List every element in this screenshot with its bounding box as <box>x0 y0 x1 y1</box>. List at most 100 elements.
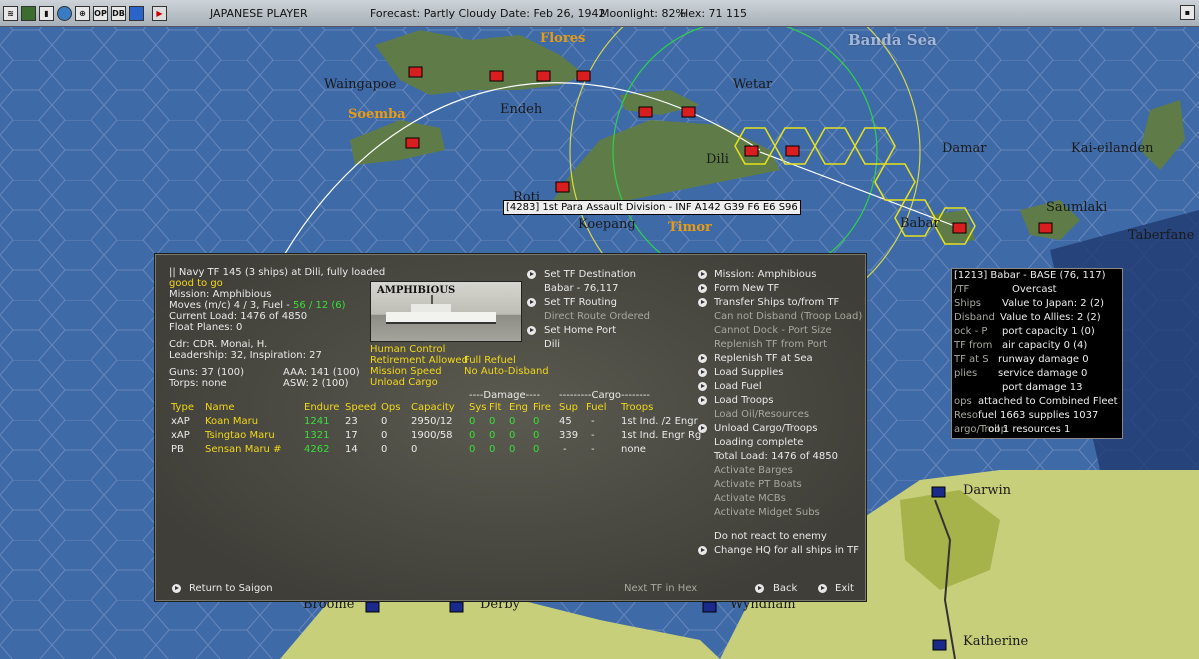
map-label-flores: Flores <box>540 31 586 46</box>
screen-icon[interactable] <box>21 5 36 21</box>
base-port-damage: port damage 13 <box>1002 382 1083 393</box>
ship-capacity: 1900/58 <box>411 430 453 441</box>
ship-eng: 0 <box>509 444 516 455</box>
op-icon[interactable]: OP <box>93 5 108 21</box>
col-capacity[interactable]: Capacity <box>411 402 455 414</box>
ship-type: xAP <box>171 416 190 427</box>
photo-title: AMPHIBIOUS <box>377 285 456 296</box>
col-sup[interactable]: Sup <box>559 402 578 414</box>
ship-name[interactable]: Koan Maru <box>205 416 258 428</box>
unload-button[interactable]: Unload Cargo/Troops <box>714 423 817 435</box>
task-force-panel: || Navy TF 145 (3 ships) at Dili, fully … <box>154 253 867 602</box>
map-label-koepang: Koepang <box>578 217 636 232</box>
ship-endure: 1321 <box>304 430 330 441</box>
base-attached-hq: attached to Combined Fleet <box>978 396 1118 407</box>
load-fuel-button[interactable]: Load Fuel <box>714 381 762 393</box>
ship-endure: 1241 <box>304 416 330 427</box>
db-icon[interactable]: DB <box>111 5 126 21</box>
ship-name[interactable]: Tsingtao Maru <box>205 430 275 442</box>
end-turn-icon[interactable]: ▶ <box>152 5 167 21</box>
map-label-timor: Timor <box>668 220 712 235</box>
replenish-sea-button[interactable]: Replenish TF at Sea <box>714 353 813 365</box>
ship-fuel: - <box>591 430 595 441</box>
ship-ops: 0 <box>381 444 388 455</box>
arrow-icon <box>755 584 764 593</box>
mission-button[interactable]: Mission: Amphibious <box>714 269 816 281</box>
col-endure[interactable]: Endure <box>304 402 339 414</box>
tf-leadership: Leadership: 32, Inspiration: 27 <box>169 350 322 361</box>
form-new-tf-button[interactable]: Form New TF <box>714 283 779 295</box>
map-label-damar: Damar <box>942 141 987 156</box>
ship-troops[interactable]: 1st Ind. /2 Engr <box>621 416 698 428</box>
map-label-waingapoe: Waingapoe <box>324 77 397 92</box>
base-bg-fragment: Ships <box>954 298 982 309</box>
ship-type: xAP <box>171 430 190 441</box>
arrow-icon <box>698 396 707 405</box>
col-name[interactable]: Name <box>205 402 235 414</box>
destination-value: Babar - 76,117 <box>544 283 619 294</box>
ship-flt: 0 <box>489 444 496 455</box>
date-label: Date: Feb 26, 1942 <box>500 7 606 20</box>
col-fuel[interactable]: Fuel <box>586 402 606 414</box>
change-hq-button[interactable]: Change HQ for all ships in TF <box>714 545 859 557</box>
ship-eng: 0 <box>509 430 516 441</box>
option-no-auto-disband[interactable]: No Auto-Disband <box>464 366 549 378</box>
forecast-label: Forecast: Partly Cloudy <box>370 7 497 20</box>
tf-torps: Torps: none <box>169 378 227 389</box>
chart-icon[interactable]: ▮ <box>39 5 54 21</box>
back-button[interactable]: Back <box>773 583 797 595</box>
ship-sys: 0 <box>469 416 476 427</box>
arrow-icon <box>527 270 536 279</box>
col-troops[interactable]: Troops <box>621 402 653 414</box>
col-fire[interactable]: Fire <box>533 402 551 414</box>
arrow-icon <box>527 298 536 307</box>
ship-capacity: 2950/12 <box>411 416 453 427</box>
col-ops[interactable]: Ops <box>381 402 400 414</box>
transfer-ships-button[interactable]: Transfer Ships to/from TF <box>714 297 839 309</box>
load-supplies-button[interactable]: Load Supplies <box>714 367 783 379</box>
return-to-base-button[interactable]: Return to Saigon <box>189 583 273 595</box>
col-flt[interactable]: Flt <box>489 402 501 414</box>
target-icon[interactable]: ⊕ <box>75 5 90 21</box>
ship-speed: 17 <box>345 430 358 441</box>
window-icon[interactable] <box>129 5 144 21</box>
base-fuel-supplies: fuel 1663 supplies 1037 <box>978 410 1099 421</box>
col-eng[interactable]: Eng <box>509 402 528 414</box>
activate-mcbs-label: Activate MCBs <box>714 493 786 504</box>
map-label-wetar: Wetar <box>733 77 773 92</box>
set-routing-button[interactable]: Set TF Routing <box>544 297 617 309</box>
map-label-kai-eilanden: Kai-eilanden <box>1071 141 1154 156</box>
load-troops-button[interactable]: Load Troops <box>714 395 774 407</box>
ship-troops[interactable]: 1st Ind. Engr Rg <box>621 430 701 442</box>
next-tf-button[interactable]: Next TF in Hex <box>624 583 697 595</box>
ship-fire: 0 <box>533 444 540 455</box>
col-type[interactable]: Type <box>171 402 194 414</box>
exit-button[interactable]: Exit <box>835 583 854 595</box>
save-icon[interactable]: ≋ <box>3 5 18 21</box>
globe-icon[interactable] <box>57 5 72 21</box>
col-sys[interactable]: Sys <box>469 402 486 414</box>
set-home-port-button[interactable]: Set Home Port <box>544 325 616 337</box>
arrow-icon <box>818 584 827 593</box>
ship-name[interactable]: Sensan Maru # <box>205 444 281 456</box>
map-label-babar: Babar <box>900 216 940 231</box>
arrow-icon <box>698 284 707 293</box>
tf-mission-photo: AMPHIBIOUS <box>370 281 522 342</box>
moonlight-label: Moonlight: 82% <box>600 7 686 20</box>
set-destination-button[interactable]: Set TF Destination <box>544 269 636 281</box>
ship-speed: 14 <box>345 444 358 455</box>
tf-fuel-value: 56 / 12 (6) <box>293 300 346 311</box>
ship-ops: 0 <box>381 416 388 427</box>
cannot-dock-label: Cannot Dock - Port Size <box>714 325 832 336</box>
cannot-disband-label: Can not Disband (Troop Load) <box>714 311 863 322</box>
map-label-banda-sea: Banda Sea <box>848 31 937 49</box>
ship-sup: 339 <box>559 430 579 441</box>
col-speed[interactable]: Speed <box>345 402 376 414</box>
base-bg-fragment: plies <box>954 368 978 379</box>
ship-flt: 0 <box>489 430 496 441</box>
option-unload-cargo[interactable]: Unload Cargo <box>370 377 438 389</box>
close-icon[interactable]: ▪ <box>1180 5 1195 20</box>
activate-pt-boats-label: Activate PT Boats <box>714 479 802 490</box>
ship-speed: 23 <box>345 416 358 427</box>
do-not-react-toggle[interactable]: Do not react to enemy <box>714 531 827 543</box>
